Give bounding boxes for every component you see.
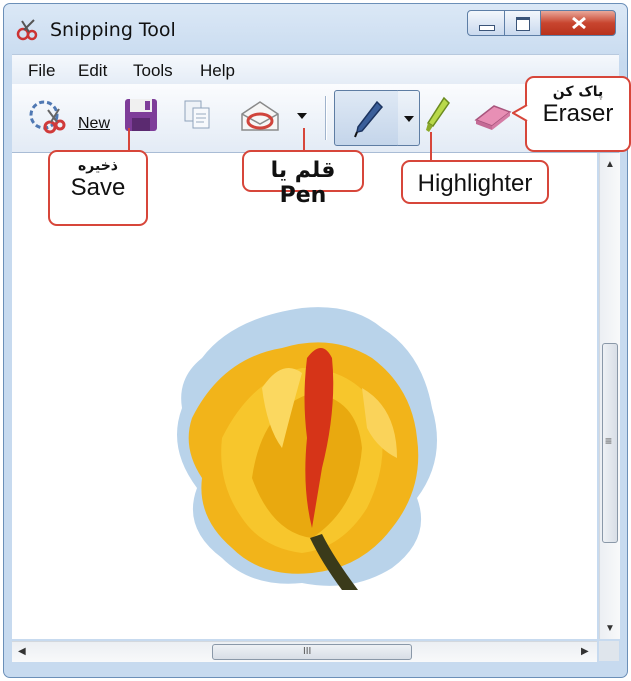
pen-callout-leader <box>303 128 305 152</box>
scroll-left-icon[interactable]: ◀ <box>18 646 26 657</box>
pen-icon <box>354 100 384 138</box>
save-callout-leader <box>128 128 130 152</box>
menu-help[interactable]: Help <box>200 61 235 81</box>
close-icon <box>572 16 586 30</box>
eraser-callout-farsi: پاک کن <box>552 84 604 100</box>
pen-button[interactable] <box>334 90 400 146</box>
vertical-scroll-thumb[interactable]: ≡ <box>602 343 618 543</box>
close-button[interactable] <box>540 10 616 36</box>
tulip-snip-image <box>177 307 437 590</box>
eraser-callout-pointer <box>512 104 528 122</box>
eraser-callout-english: Eraser <box>542 100 614 127</box>
window-title: Snipping Tool <box>50 19 176 41</box>
highlighter-callout: Highlighter <box>401 160 549 204</box>
horizontal-scroll-thumb[interactable]: III <box>212 644 412 660</box>
vertical-grip-icon: ≡ <box>605 434 613 448</box>
new-label: New <box>78 115 111 132</box>
minimize-button[interactable] <box>467 10 505 36</box>
minimize-icon <box>479 25 495 31</box>
highlighter-callout-text: Highlighter <box>417 170 533 197</box>
send-snip-icon <box>241 101 279 131</box>
toolbar-separator <box>325 96 327 140</box>
save-callout: ذخیره Save <box>48 150 148 226</box>
chevron-down-icon <box>404 116 414 122</box>
highlighter-callout-leader <box>430 132 432 162</box>
pen-callout-text: قلم یا Pen <box>270 158 336 208</box>
send-snip-button[interactable] <box>238 98 288 136</box>
maximize-button[interactable] <box>504 10 541 36</box>
copy-icon <box>184 100 210 129</box>
vertical-scrollbar[interactable]: ▲ ≡ ▼ <box>599 153 620 639</box>
horizontal-grip-icon: III <box>303 646 312 657</box>
save-callout-english: Save <box>70 174 126 201</box>
menu-tools[interactable]: Tools <box>133 61 173 81</box>
new-snip-icon <box>29 100 66 134</box>
dropdown-arrow-icon <box>297 113 307 119</box>
scroll-up-icon[interactable]: ▲ <box>605 159 615 170</box>
scroll-right-icon[interactable]: ▶ <box>581 646 589 657</box>
highlighter-icon <box>426 96 450 132</box>
eraser-callout: پاک کن Eraser <box>525 76 631 152</box>
horizontal-scrollbar[interactable]: ◀ III ▶ <box>12 641 597 662</box>
new-snip-button[interactable]: New <box>20 92 116 142</box>
size-grip[interactable] <box>599 641 619 661</box>
copy-button[interactable] <box>182 98 214 134</box>
scissors-app-icon <box>16 19 38 41</box>
menu-edit[interactable]: Edit <box>78 61 107 81</box>
menu-file[interactable]: File <box>28 61 55 81</box>
pen-callout: قلم یا Pen <box>242 150 364 208</box>
maximize-icon <box>516 17 530 31</box>
pen-dropdown-button[interactable] <box>398 90 420 146</box>
title-bar[interactable]: Snipping Tool <box>4 4 627 52</box>
send-dropdown-button[interactable] <box>295 109 311 125</box>
highlighter-button[interactable] <box>424 94 454 140</box>
scroll-down-icon[interactable]: ▼ <box>605 623 615 634</box>
eraser-button[interactable] <box>472 100 516 134</box>
eraser-icon <box>474 105 512 130</box>
save-callout-farsi: ذخیره <box>78 158 118 174</box>
